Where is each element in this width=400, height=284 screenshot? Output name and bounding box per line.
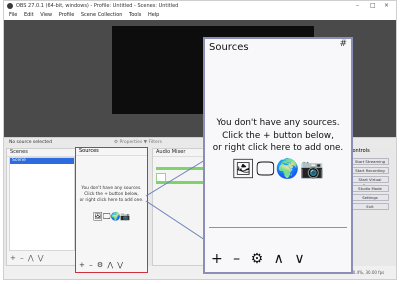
close-button[interactable]: × <box>384 1 389 11</box>
minimize-button[interactable]: – <box>356 1 359 11</box>
sources-small-title: Sources <box>76 148 147 156</box>
sources-panel-highlighted: Sources You don't have any sources. Clic… <box>75 147 148 273</box>
scenes-footer-buttons[interactable]: + – ⋀ ⋁ <box>10 254 45 262</box>
sources-msg-line2: Click the + button below, <box>222 130 334 141</box>
sources-small-footer-buttons[interactable]: + – ⚙ ⋀ ⋁ <box>79 261 124 269</box>
window-title: OBS 27.0.1 (64-bit, windows) - Profile: … <box>16 3 179 9</box>
obs-app-icon <box>7 3 13 9</box>
menu-bar: File Edit View Profile Scene Collection … <box>4 11 396 20</box>
source-type-icons: 🖼🖵🌍📷 <box>231 158 325 180</box>
scene-item[interactable]: Scene <box>10 158 74 164</box>
properties-filters-buttons[interactable]: ⚙ Properties ▼ Filters <box>114 138 162 147</box>
menu-file[interactable]: File <box>9 12 17 18</box>
no-source-label: No source selected <box>9 140 52 145</box>
menu-tools[interactable]: Tools <box>129 12 141 18</box>
maximize-button[interactable]: □ <box>370 1 376 11</box>
sources-small-message: You don't have any sources. Click the + … <box>76 186 147 204</box>
scenes-list[interactable]: Scene <box>9 157 75 251</box>
start-recording-button[interactable]: Start Recording <box>351 167 389 174</box>
sources-footer-buttons[interactable]: + – ⚙ ∧ ∨ <box>211 251 308 267</box>
menu-view[interactable]: View <box>40 12 52 18</box>
dock-float-icon[interactable]: # <box>339 39 347 49</box>
exit-button[interactable]: Exit <box>351 203 389 210</box>
scenes-panel: Scenes Scene + – ⋀ ⋁ <box>6 148 78 266</box>
sources-popup-title: Sources <box>209 42 249 53</box>
sources-msg-line1: You don't have any sources. <box>216 118 340 128</box>
divider <box>209 227 347 228</box>
scenes-title: Scenes <box>7 149 77 157</box>
source-type-icons-small: 🖼🖵🌍📷 <box>92 212 131 221</box>
menu-profile[interactable]: Profile <box>59 12 75 18</box>
sources-popup-message: You don't have any sources. Click the + … <box>205 117 351 155</box>
controls-panel: Controls Start Streaming Start Recording… <box>346 148 396 266</box>
start-streaming-button[interactable]: Start Streaming <box>351 158 389 165</box>
title-bar: OBS 27.0.1 (64-bit, windows) - Profile: … <box>4 1 396 11</box>
studio-mode-button[interactable]: Studio Mode <box>351 185 389 192</box>
settings-button[interactable]: Settings <box>351 194 389 201</box>
sources-panel-enlarged: Sources # You don't have any sources. Cl… <box>203 37 353 274</box>
sources-msg-line3: or right click here to add one. <box>212 143 344 153</box>
sources-small-msg-line3: or right click here to add one. <box>79 198 144 203</box>
menu-edit[interactable]: Edit <box>24 12 34 18</box>
menu-scene-collection[interactable]: Scene Collection <box>81 12 123 18</box>
start-virtual-camera-button[interactable]: Start Virtual Camera <box>351 176 389 188</box>
menu-help[interactable]: Help <box>148 12 159 18</box>
controls-title: Controls <box>349 148 370 154</box>
